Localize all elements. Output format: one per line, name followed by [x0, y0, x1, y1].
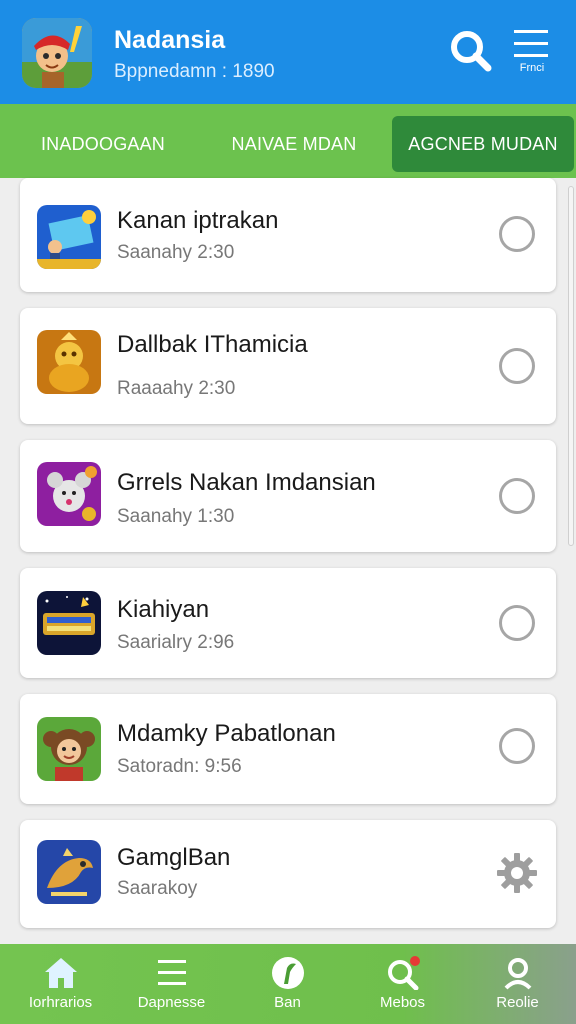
radio-button[interactable]: [499, 605, 535, 641]
radio-button[interactable]: [499, 216, 535, 252]
nav-item-ban[interactable]: Ban: [230, 944, 345, 1024]
nav-item-home[interactable]: Iorhrarios: [3, 944, 118, 1024]
tab-agcneb-mudan[interactable]: AGCNEB MUDAN: [392, 116, 574, 172]
game-subtitle: Saanahy 1:30: [117, 506, 235, 527]
nav-item-list[interactable]: Dapnesse: [114, 944, 229, 1024]
pirate-boy-app-icon[interactable]: [22, 18, 92, 88]
list-item[interactable]: Dallbak IThamicia Raaaahy 2:30: [20, 308, 556, 424]
nav-label: Reolie: [496, 994, 539, 1011]
search-notification-icon: [385, 956, 421, 991]
tab-inadoogaan[interactable]: INADOOGAAN: [14, 116, 192, 172]
app-header: Nadansia Bppnedamn : 1890 Frnci: [0, 0, 576, 104]
starry-slots-game-icon: [37, 591, 101, 655]
list-item[interactable]: GamglBan Saarakoy: [20, 820, 556, 928]
game-subtitle: Saarakoy: [117, 878, 198, 899]
game-title: Dallbak IThamicia: [117, 331, 308, 358]
nav-item-profile[interactable]: Reolie: [460, 944, 575, 1024]
gear-icon[interactable]: [496, 852, 538, 894]
app-title: Nadansia: [114, 26, 226, 54]
game-subtitle: Saarialry 2:96: [117, 632, 235, 653]
game-subtitle: Saanahy 2:30: [117, 242, 235, 263]
profile-icon: [500, 956, 536, 990]
mouse-character-game-icon: [37, 462, 101, 526]
monkey-girl-game-icon: [37, 717, 101, 781]
list-item[interactable]: Mdamky Pabatlonan Satoradn: 9:56: [20, 694, 556, 804]
scrollbar[interactable]: [568, 186, 574, 546]
list-item[interactable]: Grrels Nakan Imdansian Saanahy 1:30: [20, 440, 556, 552]
nav-label: Mebos: [379, 994, 426, 1011]
radio-button[interactable]: [499, 348, 535, 384]
slot-reel-game-icon: [37, 205, 101, 269]
nav-label: Iorhrarios: [28, 994, 93, 1011]
search-icon[interactable]: [448, 28, 492, 72]
menu-label: Frnci: [519, 62, 545, 74]
list-icon: [154, 956, 190, 990]
game-list: Kanan iptrakan Saanahy 2:30 Dallbak ITha…: [0, 178, 576, 944]
leaf-icon: [270, 956, 306, 990]
game-title: Mdamky Pabatlonan: [117, 720, 336, 747]
golden-idol-game-icon: [37, 330, 101, 394]
radio-button[interactable]: [499, 478, 535, 514]
game-subtitle: Raaaahy 2:30: [117, 378, 236, 399]
game-title: Kanan iptrakan: [117, 207, 279, 234]
hamburger-menu-icon[interactable]: Frnci: [506, 28, 558, 78]
list-item[interactable]: Kiahiyan Saarialry 2:96: [20, 568, 556, 678]
home-icon: [43, 956, 79, 990]
list-item[interactable]: Kanan iptrakan Saanahy 2:30: [20, 178, 556, 292]
nav-label: Dapnesse: [137, 994, 206, 1011]
nav-item-mebos[interactable]: Mebos: [345, 944, 460, 1024]
tab-bar: INADOOGAAN NAIVAE MDAN AGCNEB MUDAN: [0, 104, 576, 178]
bottom-nav: Iorhrarios Dapnesse Ban Mebos Reolie: [0, 944, 576, 1024]
game-title: Grrels Nakan Imdansian: [117, 469, 376, 496]
nav-label: Ban: [274, 994, 301, 1011]
app-subtitle: Bppnedamn : 1890: [114, 61, 275, 82]
game-title: Kiahiyan: [117, 596, 210, 623]
tab-naivae-mdan[interactable]: NAIVAE MDAN: [204, 116, 384, 172]
game-title: GamglBan: [117, 844, 231, 871]
game-subtitle: Satoradn: 9:56: [117, 756, 242, 777]
dragon-game-icon: [37, 840, 101, 904]
radio-button[interactable]: [499, 728, 535, 764]
